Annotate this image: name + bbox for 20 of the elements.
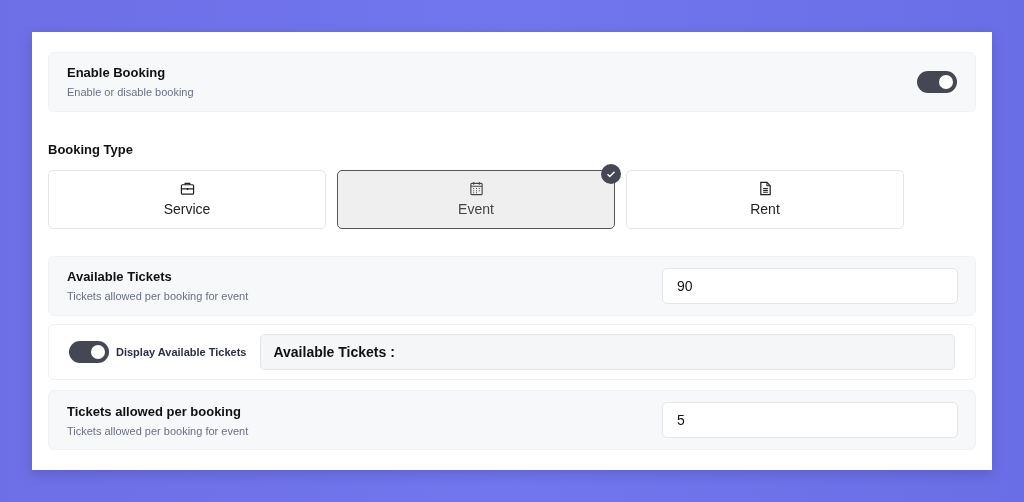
setting-description: Tickets allowed per booking for event <box>67 290 249 303</box>
section-label: Booking Type <box>48 141 134 157</box>
setting-description: Tickets allowed per booking for event <box>67 424 249 437</box>
setting-title: Tickets allowed per booking <box>67 403 242 419</box>
setting-title: Available Tickets <box>67 269 173 285</box>
toggle-label: Display Available Tickets <box>116 346 247 358</box>
setting-description: Enable or disable booking <box>67 86 194 99</box>
check-icon <box>601 163 621 184</box>
number-field[interactable]: 90 <box>662 267 958 304</box>
toggle-switch[interactable] <box>69 341 109 363</box>
document-icon <box>757 181 773 197</box>
calendar-icon <box>468 181 484 197</box>
text-field[interactable]: Available Tickets : <box>260 334 955 370</box>
number-field[interactable]: 5 <box>662 402 958 439</box>
booking-type-option[interactable]: Event <box>337 169 615 229</box>
booking-type-option[interactable]: Service <box>48 169 326 229</box>
toggle-switch[interactable] <box>917 71 957 93</box>
setting-title: Enable Booking <box>67 65 167 81</box>
booking-type-option[interactable]: Rent <box>626 169 904 229</box>
briefcase-icon <box>179 181 195 197</box>
